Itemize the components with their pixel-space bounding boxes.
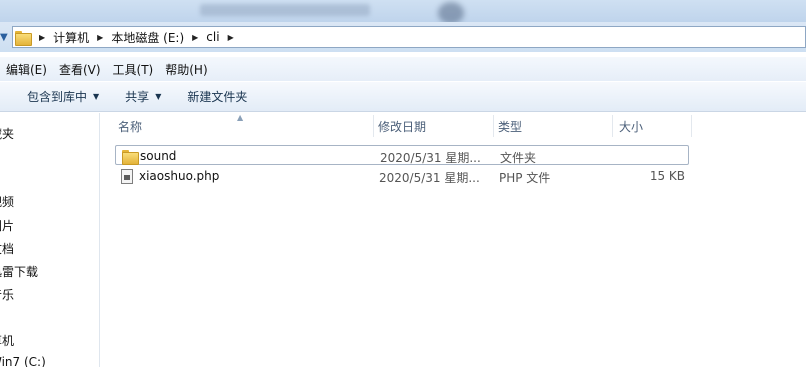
recent-pages-chevron-icon[interactable]: ▼ <box>0 32 10 43</box>
blurred-window-title <box>200 4 370 16</box>
include-in-library-button[interactable]: 包含到库中 ▼ <box>13 88 111 105</box>
nav-item-pictures[interactable]: 图片 <box>0 217 14 234</box>
title-bar <box>0 0 806 24</box>
column-header-modified[interactable]: 修改日期 <box>378 118 426 135</box>
nav-item-computer[interactable]: 算机 <box>0 332 14 349</box>
column-header-size[interactable]: 大小 <box>619 118 643 135</box>
menu-view[interactable]: 查看(V) <box>53 61 107 78</box>
nav-item-drive-c[interactable]: Win7 (C:) <box>0 355 46 367</box>
navigation-pane: 藏夹 视频 图片 文档 迅雷下载 音乐 算机 Win7 (C:) <box>0 113 100 367</box>
nav-item-music[interactable]: 音乐 <box>0 286 14 303</box>
column-divider[interactable] <box>612 115 613 137</box>
menu-help[interactable]: 帮助(H) <box>159 61 213 78</box>
breadcrumb: ▶ 计算机 ▶ 本地磁盘 (E:) ▶ cli ▶ <box>37 27 242 47</box>
address-bar[interactable]: ▶ 计算机 ▶ 本地磁盘 (E:) ▶ cli ▶ <box>12 26 806 48</box>
file-modified: 2020/5/31 星期... <box>379 171 480 185</box>
breadcrumb-local-disk-e[interactable]: 本地磁盘 (E:) <box>111 29 184 46</box>
php-file-icon <box>121 169 133 184</box>
php-file-icon-cell <box>121 169 133 187</box>
column-header-type[interactable]: 类型 <box>498 118 522 135</box>
nav-item-thunder-downloads[interactable]: 迅雷下载 <box>0 263 38 280</box>
chevron-right-icon[interactable]: ▶ <box>192 33 198 42</box>
nav-item-documents[interactable]: 文档 <box>0 240 14 257</box>
new-folder-label: 新建文件夹 <box>187 90 248 104</box>
sort-ascending-icon: ▲ <box>237 113 244 122</box>
file-row[interactable]: sound 2020/5/31 星期... 文件夹 <box>115 145 689 165</box>
menu-tools[interactable]: 工具(T) <box>107 61 160 78</box>
address-bar-row: ▶ 计算机 ▶ 本地磁盘 (E:) ▶ cli ▶ <box>0 22 806 52</box>
file-type: 文件夹 <box>500 151 537 165</box>
menu-edit[interactable]: 编辑(E) <box>0 61 53 78</box>
share-button[interactable]: 共享 ▼ <box>111 88 173 105</box>
column-divider[interactable] <box>373 115 374 137</box>
file-name: sound <box>140 149 177 163</box>
column-divider[interactable] <box>493 115 494 137</box>
include-in-library-label: 包含到库中 <box>27 90 88 104</box>
chevron-down-icon: ▼ <box>155 92 162 101</box>
folder-icon <box>15 30 32 46</box>
chevron-right-icon[interactable]: ▶ <box>97 33 103 42</box>
chevron-right-icon[interactable]: ▶ <box>39 33 45 42</box>
file-size: 15 KB <box>649 169 685 183</box>
share-label: 共享 <box>125 90 150 104</box>
breadcrumb-computer[interactable]: 计算机 <box>53 29 89 46</box>
file-row[interactable]: xiaoshuo.php 2020/5/31 星期... PHP 文件 15 K… <box>115 166 689 186</box>
menu-bar: 编辑(E) 查看(V) 工具(T) 帮助(H) <box>0 57 806 81</box>
command-bar: 包含到库中 ▼ 共享 ▼ 新建文件夹 <box>0 82 806 112</box>
nav-item-videos[interactable]: 视频 <box>0 193 14 210</box>
breadcrumb-cli[interactable]: cli <box>206 30 219 44</box>
chevron-right-icon[interactable]: ▶ <box>228 33 234 42</box>
chevron-down-icon: ▼ <box>93 92 100 101</box>
file-list: ▲ 名称 修改日期 类型 大小 sound 2020/5/31 星期... 文件… <box>101 113 806 367</box>
file-modified: 2020/5/31 星期... <box>380 151 481 165</box>
blurred-window-button <box>438 2 464 24</box>
folder-icon <box>122 149 139 165</box>
column-header-name[interactable]: 名称 <box>118 118 142 135</box>
new-folder-button[interactable]: 新建文件夹 <box>173 88 259 105</box>
nav-item-favorites[interactable]: 藏夹 <box>0 125 14 142</box>
file-type: PHP 文件 <box>499 171 551 185</box>
column-divider[interactable] <box>691 115 692 137</box>
folder-icon-cell <box>122 149 139 166</box>
file-name: xiaoshuo.php <box>139 169 220 183</box>
